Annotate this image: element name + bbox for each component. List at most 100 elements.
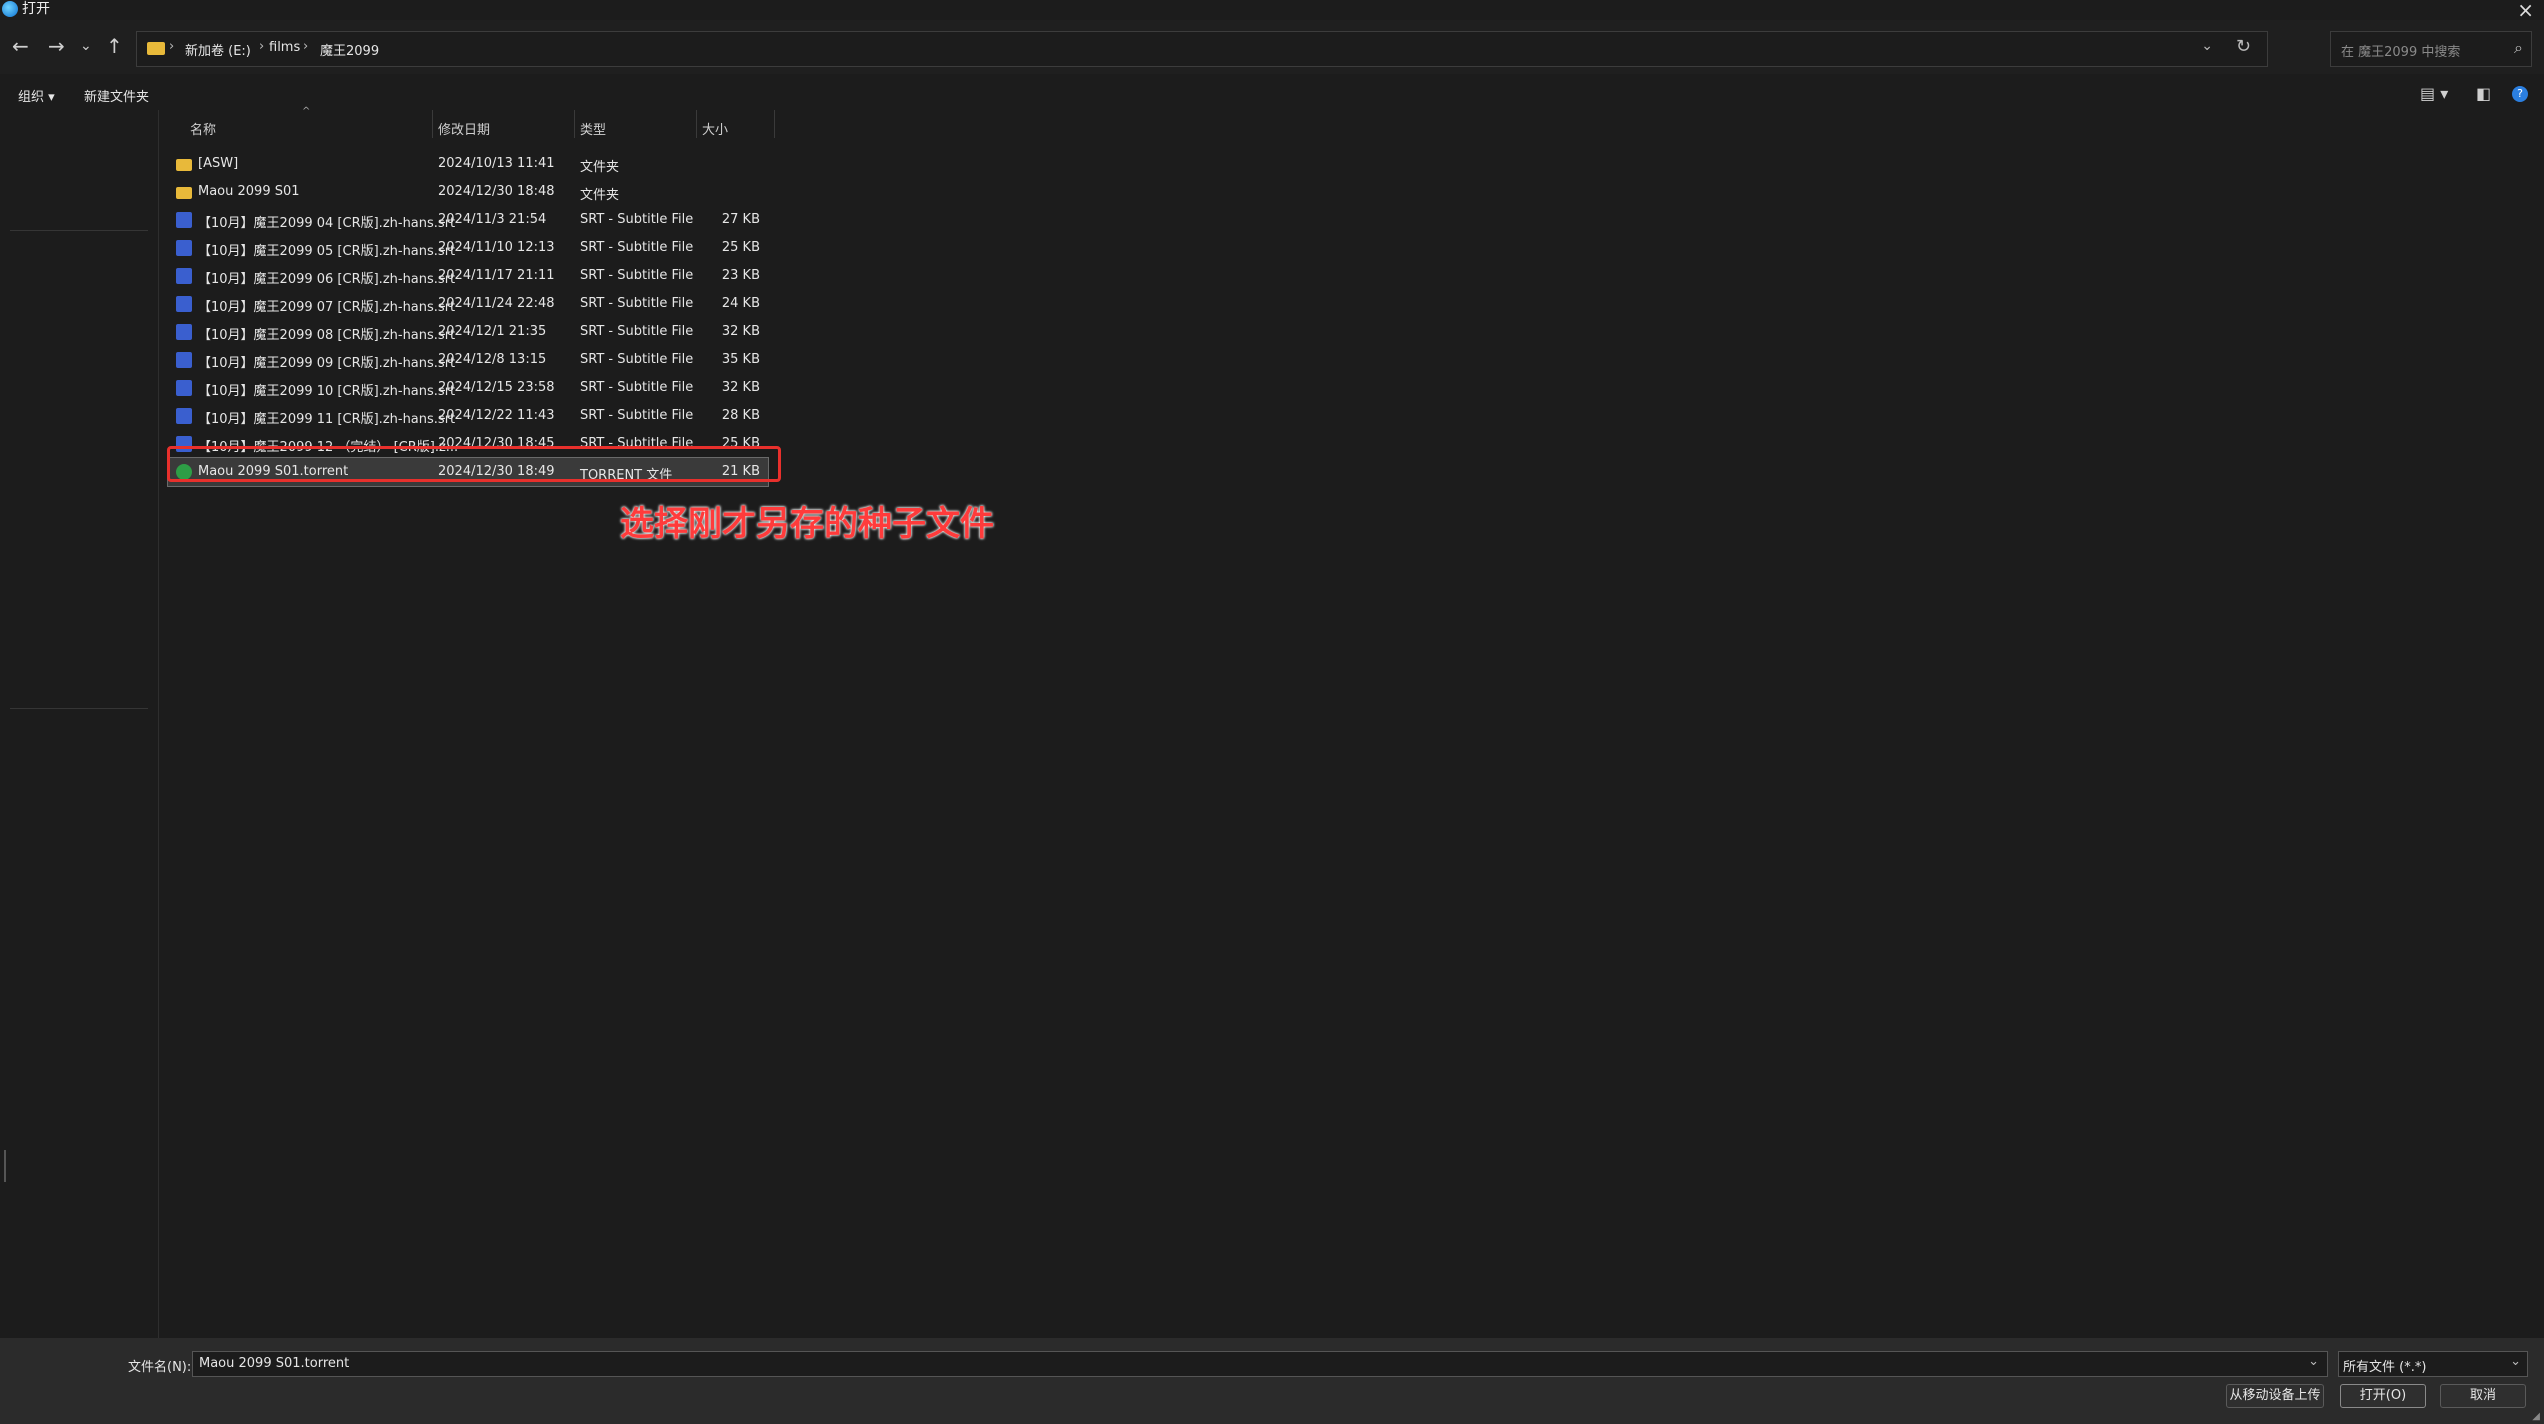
file-name: 【10月】魔王2099 09 [CR版].zh-hans.srt <box>198 356 456 371</box>
file-type: 文件夹 <box>580 160 620 175</box>
help-icon[interactable]: ? <box>2512 86 2528 102</box>
window-title: 打开 <box>22 1 50 17</box>
file-row[interactable]: 【10月】魔王2099 10 [CR版].zh-hans.srt 2024/12/… <box>168 374 768 402</box>
file-row[interactable]: [ASW] 2024/10/13 11:41 文件夹 <box>168 150 768 178</box>
file-list: 名称 ^ 修改日期 类型 大小 [ASW] 2024/10/13 11:41 文件夹… <box>160 106 2544 1338</box>
column-header-date[interactable]: 修改日期 <box>438 116 490 146</box>
file-date: 2024/11/17 21:11 <box>438 268 555 283</box>
breadcrumb-drive[interactable]: 新加卷 (E:) <box>185 40 251 59</box>
forward-arrow-icon[interactable]: → <box>48 34 65 58</box>
file-name: 【10月】魔王2099 04 [CR版].zh-hans.srt <box>198 216 456 231</box>
file-size: 27 KB <box>721 212 760 227</box>
search-input[interactable]: 在 魔王2099 中搜索 ⌕ <box>2330 31 2532 67</box>
close-icon[interactable]: × <box>2517 0 2534 22</box>
breadcrumb-films[interactable]: films <box>269 40 300 55</box>
srt-file-icon <box>176 212 192 228</box>
folder-icon <box>176 159 192 171</box>
resize-grip-icon[interactable]: ◢ <box>2532 1411 2540 1422</box>
file-type: SRT - Subtitle File <box>580 240 694 255</box>
folder-icon <box>176 187 192 199</box>
srt-file-icon <box>176 268 192 284</box>
toolbar: 组织 ▾ 新建文件夹 ▤ ▾ ◧ ? <box>0 76 2544 110</box>
file-name: 【10月】魔王2099 06 [CR版].zh-hans.srt <box>198 272 456 287</box>
file-row[interactable]: 【10月】魔王2099 04 [CR版].zh-hans.srt 2024/11/… <box>168 206 768 234</box>
file-type: SRT - Subtitle File <box>580 212 694 227</box>
file-date: 2024/12/30 18:48 <box>438 184 555 199</box>
nav-divider <box>10 230 148 231</box>
folder-icon <box>147 42 165 55</box>
recent-chevron-down-icon[interactable]: ⌄ <box>80 34 92 58</box>
filetype-value: 所有文件 (*.*) <box>2343 1360 2427 1375</box>
chevron-right-icon: › <box>259 39 265 54</box>
annotation-text: 选择刚才另存的种子文件 <box>620 504 994 544</box>
view-options-icon[interactable]: ▤ ▾ <box>2420 84 2448 103</box>
file-size: 25 KB <box>721 240 760 255</box>
file-type: SRT - Subtitle File <box>580 268 694 283</box>
file-row[interactable]: Maou 2099 S01 2024/12/30 18:48 文件夹 <box>168 178 768 206</box>
file-row[interactable]: 【10月】魔王2099 11 [CR版].zh-hans.srt 2024/12/… <box>168 402 768 430</box>
file-date: 2024/12/1 21:35 <box>438 324 547 339</box>
search-icon[interactable]: ⌕ <box>2514 38 2523 58</box>
file-size: 32 KB <box>721 380 760 395</box>
file-type: SRT - Subtitle File <box>580 324 694 339</box>
file-type: 文件夹 <box>580 188 620 203</box>
column-separator <box>774 110 775 138</box>
upload-from-mobile-button[interactable]: 从移动设备上传 <box>2226 1384 2324 1408</box>
chevron-down-icon[interactable]: ⌄ <box>2308 1354 2319 1369</box>
breadcrumb-current[interactable]: 魔王2099 <box>320 40 379 59</box>
title-bar: 打开 × <box>0 0 2544 22</box>
file-date: 2024/11/3 21:54 <box>438 212 547 227</box>
file-row[interactable]: 【10月】魔王2099 08 [CR版].zh-hans.srt 2024/12/… <box>168 318 768 346</box>
refresh-icon[interactable]: ↻ <box>2236 36 2251 57</box>
file-date: 2024/12/15 23:58 <box>438 380 555 395</box>
file-row[interactable]: 【10月】魔王2099 07 [CR版].zh-hans.srt 2024/11/… <box>168 290 768 318</box>
file-row[interactable]: 【10月】魔王2099 09 [CR版].zh-hans.srt 2024/12/… <box>168 346 768 374</box>
column-header-name[interactable]: 名称 <box>190 116 216 146</box>
search-placeholder: 在 魔王2099 中搜索 <box>2341 45 2461 60</box>
chevron-down-icon[interactable]: ⌄ <box>2510 1354 2521 1369</box>
srt-file-icon <box>176 296 192 312</box>
srt-file-icon <box>176 380 192 396</box>
chevron-right-icon: › <box>303 39 309 54</box>
file-name: Maou 2099 S01 <box>198 184 300 199</box>
file-row[interactable]: 【10月】魔王2099 05 [CR版].zh-hans.srt 2024/11/… <box>168 234 768 262</box>
column-header-size[interactable]: 大小 <box>702 116 728 146</box>
file-type: SRT - Subtitle File <box>580 408 694 423</box>
file-name: [ASW] <box>198 156 239 171</box>
file-date: 2024/11/10 12:13 <box>438 240 555 255</box>
file-size: 28 KB <box>721 408 760 423</box>
back-arrow-icon[interactable]: ← <box>12 34 29 58</box>
chevron-down-icon[interactable]: ⌄ <box>2201 38 2213 54</box>
filename-input[interactable]: Maou 2099 S01.torrent ⌄ <box>192 1351 2328 1377</box>
file-name: 【10月】魔王2099 05 [CR版].zh-hans.srt <box>198 244 456 259</box>
file-date: 2024/12/22 11:43 <box>438 408 555 423</box>
srt-file-icon <box>176 408 192 424</box>
srt-file-icon <box>176 352 192 368</box>
file-date: 2024/12/8 13:15 <box>438 352 547 367</box>
preview-pane-icon[interactable]: ◧ <box>2476 84 2491 103</box>
file-size: 35 KB <box>721 352 760 367</box>
open-button[interactable]: 打开(O) <box>2340 1384 2426 1408</box>
file-name: 【10月】魔王2099 11 [CR版].zh-hans.srt <box>198 412 456 427</box>
file-size: 24 KB <box>721 296 760 311</box>
navigation-pane[interactable] <box>0 110 159 1338</box>
organize-button[interactable]: 组织 ▾ <box>18 86 55 105</box>
new-folder-button[interactable]: 新建文件夹 <box>84 86 149 105</box>
file-name: 【10月】魔王2099 10 [CR版].zh-hans.srt <box>198 384 456 399</box>
file-type: SRT - Subtitle File <box>580 352 694 367</box>
file-type: SRT - Subtitle File <box>580 296 694 311</box>
dialog-footer: 文件名(N): Maou 2099 S01.torrent ⌄ 所有文件 (*.… <box>0 1338 2544 1424</box>
app-icon <box>2 1 18 17</box>
sort-caret-icon: ^ <box>302 106 311 117</box>
column-header-type[interactable]: 类型 <box>580 116 606 146</box>
cancel-button[interactable]: 取消 <box>2440 1384 2526 1408</box>
file-size: 32 KB <box>721 324 760 339</box>
filetype-select[interactable]: 所有文件 (*.*) ⌄ <box>2338 1351 2528 1377</box>
nav-scrollbar[interactable] <box>4 1150 6 1182</box>
nav-divider <box>10 708 148 709</box>
file-row[interactable]: 【10月】魔王2099 06 [CR版].zh-hans.srt 2024/11/… <box>168 262 768 290</box>
up-arrow-icon[interactable]: ↑ <box>106 34 123 58</box>
column-separator <box>574 110 575 138</box>
address-bar[interactable]: › 新加卷 (E:) › films › 魔王2099 ⌄ ↻ <box>136 31 2268 67</box>
file-date: 2024/11/24 22:48 <box>438 296 555 311</box>
